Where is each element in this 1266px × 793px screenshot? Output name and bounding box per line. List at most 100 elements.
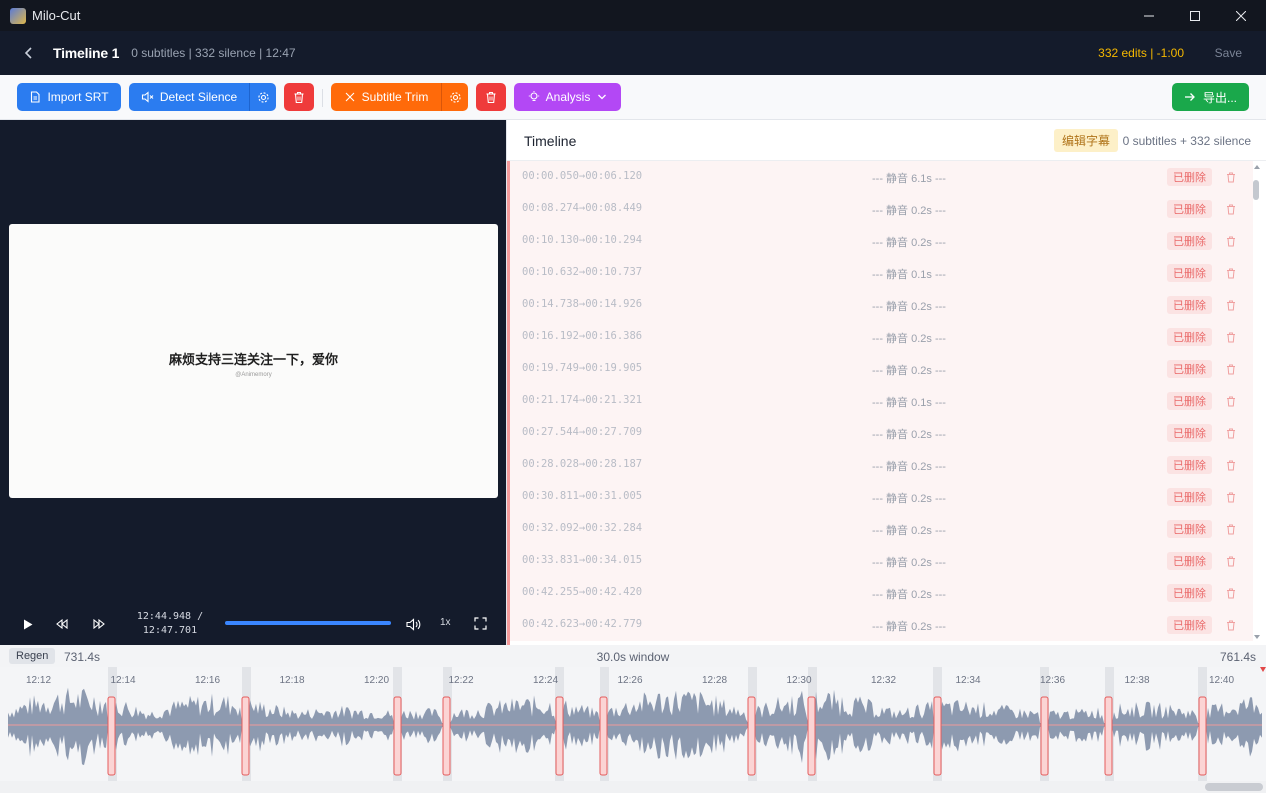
waveform-scroll-thumb[interactable] bbox=[1205, 783, 1263, 791]
timeline-list[interactable]: 00:00.050→00:06.120 --- 静音 6.1s --- 已删除 00:… bbox=[507, 161, 1266, 645]
import-srt-label: Import SRT bbox=[47, 90, 109, 104]
row-delete-button[interactable] bbox=[1226, 202, 1236, 220]
cut-marker[interactable] bbox=[747, 696, 756, 776]
video-frame[interactable]: 麻烦支持三连关注一下，爱你 @Animemory bbox=[9, 224, 498, 498]
cut-marker[interactable] bbox=[1040, 696, 1049, 776]
row-delete-button[interactable] bbox=[1226, 330, 1236, 348]
cut-marker[interactable] bbox=[393, 696, 402, 776]
project-title: Timeline 1 bbox=[53, 45, 120, 61]
trash-icon bbox=[1227, 524, 1235, 535]
row-delete-button[interactable] bbox=[1226, 554, 1236, 572]
subtitle-trim-button[interactable]: Subtitle Trim bbox=[331, 83, 441, 111]
play-button[interactable] bbox=[20, 616, 36, 632]
timeline-row[interactable]: 00:33.831→00:34.015 --- 静音 0.2s --- 已删除 bbox=[510, 545, 1253, 577]
minimize-button[interactable] bbox=[1126, 0, 1172, 31]
volume-button[interactable] bbox=[404, 615, 422, 633]
row-silence-label: --- 静音 0.2s --- bbox=[872, 525, 946, 537]
row-time: 00:28.028→00:28.187 bbox=[522, 458, 643, 470]
row-delete-button[interactable] bbox=[1226, 234, 1236, 252]
playhead-marker[interactable] bbox=[1260, 667, 1266, 672]
trim-settings-button[interactable] bbox=[441, 83, 468, 111]
edit-subtitles-button[interactable]: 编辑字幕 bbox=[1054, 129, 1119, 152]
row-silence-label: --- 静音 0.2s --- bbox=[872, 205, 946, 217]
maximize-button[interactable] bbox=[1172, 0, 1218, 31]
row-deleted-badge: 已删除 bbox=[1167, 456, 1212, 474]
analysis-label: Analysis bbox=[545, 90, 591, 104]
timeline-row[interactable]: 00:14.738→00:14.926 --- 静音 0.2s --- 已删除 bbox=[510, 289, 1253, 321]
row-delete-button[interactable] bbox=[1226, 426, 1236, 444]
row-delete-button[interactable] bbox=[1226, 394, 1236, 412]
trash-icon bbox=[1227, 268, 1235, 279]
trash-icon bbox=[1227, 428, 1235, 439]
cut-marker[interactable] bbox=[807, 696, 816, 776]
back-button[interactable] bbox=[19, 43, 39, 63]
row-time: 00:16.192→00:16.386 bbox=[522, 330, 643, 342]
row-delete-button[interactable] bbox=[1226, 618, 1236, 636]
timeline-scroll-thumb[interactable] bbox=[1253, 180, 1259, 200]
row-time: 00:00.050→00:06.120 bbox=[522, 170, 643, 182]
row-delete-button[interactable] bbox=[1226, 586, 1236, 604]
time-display: 12:44.948 / 12:47.701 bbox=[120, 610, 220, 638]
scroll-down-icon bbox=[1254, 635, 1260, 639]
cut-marker[interactable] bbox=[241, 696, 250, 776]
save-button[interactable]: Save bbox=[1215, 46, 1242, 60]
player-controls: 12:44.948 / 12:47.701 1x bbox=[0, 604, 506, 644]
timeline-row[interactable]: 00:28.028→00:28.187 --- 静音 0.2s --- 已删除 bbox=[510, 449, 1253, 481]
window-title: Milo-Cut bbox=[32, 8, 81, 23]
waveform-tick-label: 12:16 bbox=[195, 675, 221, 686]
row-delete-button[interactable] bbox=[1226, 266, 1236, 284]
rewind-button[interactable] bbox=[54, 616, 70, 632]
silence-settings-button[interactable] bbox=[249, 83, 276, 111]
detect-silence-button[interactable]: Detect Silence bbox=[129, 83, 249, 111]
timeline-scrollbar[interactable] bbox=[1253, 161, 1261, 645]
fast-forward-button[interactable] bbox=[91, 616, 107, 632]
timeline-row[interactable]: 00:16.192→00:16.386 --- 静音 0.2s --- 已删除 bbox=[510, 321, 1253, 353]
timeline-row[interactable]: 00:19.749→00:19.905 --- 静音 0.2s --- 已删除 bbox=[510, 353, 1253, 385]
timeline-row[interactable]: 00:27.544→00:27.709 --- 静音 0.2s --- 已删除 bbox=[510, 417, 1253, 449]
fullscreen-button[interactable] bbox=[472, 615, 488, 631]
timeline-row[interactable]: 00:30.811→00:31.005 --- 静音 0.2s --- 已删除 bbox=[510, 481, 1253, 513]
timeline-row[interactable]: 00:42.623→00:42.779 --- 静音 0.2s --- 已删除 bbox=[510, 609, 1253, 641]
row-delete-button[interactable] bbox=[1226, 362, 1236, 380]
waveform-tick-label: 12:20 bbox=[364, 675, 390, 686]
delete-trim-button[interactable] bbox=[476, 83, 506, 111]
project-meta: 0 subtitles | 332 silence | 12:47 bbox=[131, 46, 296, 60]
export-button[interactable]: 导出... bbox=[1172, 83, 1249, 111]
timeline-row[interactable]: 00:10.632→00:10.737 --- 静音 0.1s --- 已删除 bbox=[510, 257, 1253, 289]
timeline-row[interactable]: 00:21.174→00:21.321 --- 静音 0.1s --- 已删除 bbox=[510, 385, 1253, 417]
cut-marker[interactable] bbox=[555, 696, 564, 776]
waveform-tick-label: 12:38 bbox=[1124, 675, 1150, 686]
analysis-dropdown[interactable]: Analysis bbox=[514, 83, 621, 111]
waveform-scrollbar[interactable] bbox=[0, 781, 1266, 793]
file-icon bbox=[31, 91, 40, 103]
cut-marker[interactable] bbox=[1104, 696, 1113, 776]
row-time: 00:42.255→00:42.420 bbox=[522, 586, 643, 598]
close-icon bbox=[1236, 10, 1246, 21]
cut-marker[interactable] bbox=[599, 696, 608, 776]
cut-marker[interactable] bbox=[442, 696, 451, 776]
cut-marker[interactable] bbox=[933, 696, 942, 776]
row-delete-button[interactable] bbox=[1226, 458, 1236, 476]
playback-speed[interactable]: 1x bbox=[440, 617, 451, 628]
import-srt-button[interactable]: Import SRT bbox=[17, 83, 121, 111]
timeline-row[interactable]: 00:42.255→00:42.420 --- 静音 0.2s --- 已删除 bbox=[510, 577, 1253, 609]
row-time: 00:32.092→00:32.284 bbox=[522, 522, 643, 534]
row-delete-button[interactable] bbox=[1226, 170, 1236, 188]
row-delete-button[interactable] bbox=[1226, 298, 1236, 316]
progress-bar[interactable] bbox=[225, 621, 391, 625]
row-silence-label: --- 静音 0.2s --- bbox=[872, 301, 946, 313]
timeline-row[interactable]: 00:32.092→00:32.284 --- 静音 0.2s --- 已删除 bbox=[510, 513, 1253, 545]
close-button[interactable] bbox=[1218, 0, 1264, 31]
current-time: 12:44.948 / bbox=[136, 611, 204, 622]
timeline-row[interactable]: 00:00.050→00:06.120 --- 静音 6.1s --- 已删除 bbox=[510, 161, 1253, 193]
timeline-row[interactable]: 00:10.130→00:10.294 --- 静音 0.2s --- 已删除 bbox=[510, 225, 1253, 257]
cut-marker[interactable] bbox=[107, 696, 116, 776]
delete-silence-button[interactable] bbox=[284, 83, 314, 111]
fullscreen-icon bbox=[473, 616, 487, 630]
row-deleted-badge: 已删除 bbox=[1167, 488, 1212, 506]
row-delete-button[interactable] bbox=[1226, 522, 1236, 540]
row-delete-button[interactable] bbox=[1226, 490, 1236, 508]
cut-marker[interactable] bbox=[1198, 696, 1207, 776]
waveform[interactable]: 12:12 12:14 12:16 12:18 12:20 12:22 12:24 12:26… bbox=[0, 667, 1266, 793]
timeline-row[interactable]: 00:08.274→00:08.449 --- 静音 0.2s --- 已删除 bbox=[510, 193, 1253, 225]
